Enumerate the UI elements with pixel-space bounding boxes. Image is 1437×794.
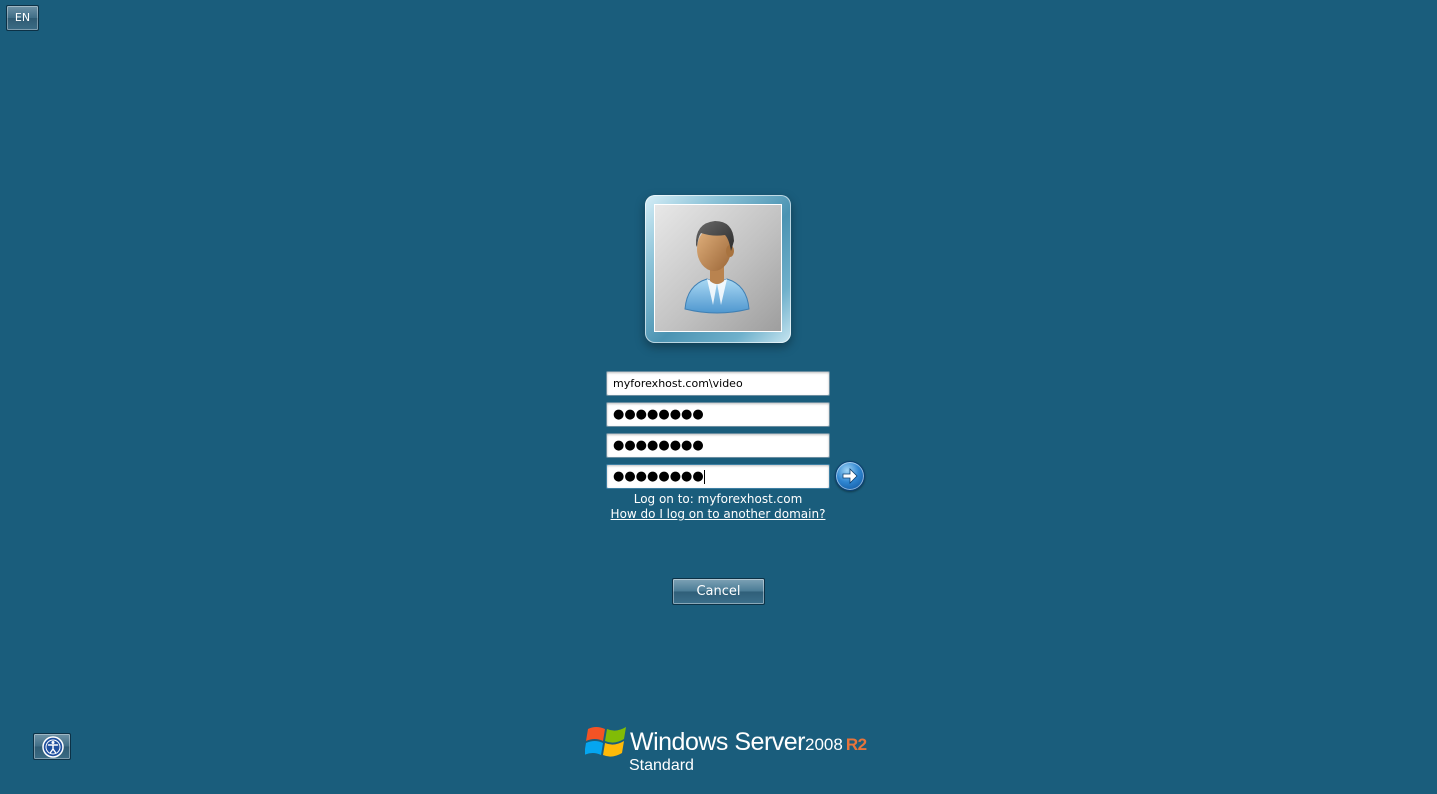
product-release: R2 [845, 735, 867, 754]
ease-of-access-icon [42, 736, 64, 758]
confirm-password-mask: ●●●●●●●● [613, 469, 704, 484]
logon-screen: EN myforexhost.com\video ●●●●●●●● ●●●●●●… [0, 0, 1437, 794]
avatar [654, 204, 782, 332]
product-version: 2008 [805, 735, 843, 754]
ease-of-access-button[interactable] [33, 733, 71, 760]
old-password-mask: ●●●●●●●● [613, 407, 704, 422]
windows-server-logo: Windows Server2008 R2 Standard [585, 720, 867, 780]
user-avatar-frame [645, 195, 791, 343]
username-value: myforexhost.com\video [613, 377, 743, 390]
old-password-field[interactable]: ●●●●●●●● [606, 402, 830, 427]
language-label: EN [14, 11, 31, 24]
submit-button[interactable] [835, 461, 865, 491]
product-name: Windows Server2008 R2 [630, 728, 867, 757]
user-icon [684, 221, 750, 314]
product-edition: Standard [629, 757, 694, 774]
logon-to-text: Log on to: myforexhost.com [633, 492, 803, 506]
cancel-label: Cancel [696, 584, 741, 599]
windows-flag-icon [585, 727, 626, 757]
arrow-right-icon [842, 468, 858, 484]
new-password-field[interactable]: ●●●●●●●● [606, 433, 830, 458]
cancel-button[interactable]: Cancel [672, 578, 765, 605]
product-label: Windows Server [630, 728, 806, 756]
confirm-password-field[interactable]: ●●●●●●●● [606, 464, 830, 489]
new-password-mask: ●●●●●●●● [613, 438, 704, 453]
language-button[interactable]: EN [6, 5, 39, 31]
other-domain-link[interactable]: How do I log on to another domain? [560, 507, 876, 521]
username-field[interactable]: myforexhost.com\video [606, 371, 830, 396]
text-caret [703, 469, 705, 484]
